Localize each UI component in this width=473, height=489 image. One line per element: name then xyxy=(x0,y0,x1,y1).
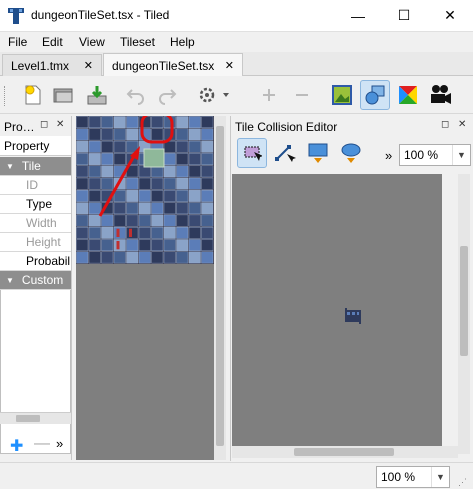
status-zoom-select[interactable]: 100 % ▼ xyxy=(376,466,450,488)
property-label: Tile xyxy=(21,159,41,173)
menu-edit[interactable]: Edit xyxy=(42,35,63,49)
remove-property-icon[interactable]: — xyxy=(34,435,50,453)
toolbar-grip[interactable] xyxy=(4,86,7,106)
property-label: ID xyxy=(26,178,38,192)
property-row-id[interactable]: ID xyxy=(0,176,71,195)
minimize-button[interactable]: — xyxy=(335,0,381,31)
status-bar: 100 % ▼ ⋰ xyxy=(0,462,473,489)
tileset-vertical-scrollbar[interactable] xyxy=(214,116,226,460)
zoom-value: 100 % xyxy=(381,470,416,484)
property-label: Width xyxy=(26,216,57,230)
add-property-icon[interactable]: ✚ xyxy=(10,436,23,456)
insert-ellipse-tool[interactable] xyxy=(336,138,366,168)
close-tab-icon[interactable]: ✕ xyxy=(225,59,234,72)
menu-tileset[interactable]: Tileset xyxy=(120,35,155,49)
tab-level1[interactable]: Level1.tmx ✕ xyxy=(2,54,102,76)
expand-arrow-icon[interactable]: ▼ xyxy=(6,162,14,171)
resize-grip-icon[interactable]: ⋰ xyxy=(458,477,467,488)
float-panel-icon[interactable]: ◻ xyxy=(441,119,449,130)
terrain-icon[interactable] xyxy=(393,80,423,110)
properties-panel-title: Pro… xyxy=(4,120,35,134)
menu-help[interactable]: Help xyxy=(170,35,195,49)
undo-icon[interactable] xyxy=(121,80,151,110)
remove-icon[interactable] xyxy=(287,80,317,110)
close-panel-icon[interactable]: ✕ xyxy=(458,119,466,130)
close-window-button[interactable]: ✕ xyxy=(427,0,473,31)
tab-label: dungeonTileSet.tsx xyxy=(112,58,215,73)
property-label: Custom xyxy=(21,273,64,287)
more-actions-icon[interactable]: » xyxy=(56,436,63,451)
properties-panel: Pro… ◻ ✕ Property ✚ — » ▼ Tile ID Type Width… xyxy=(0,116,72,460)
camera-icon[interactable] xyxy=(426,80,456,110)
collision-shapes-icon[interactable] xyxy=(360,80,390,110)
menu-file[interactable]: File xyxy=(8,35,27,49)
property-column-header[interactable]: Property xyxy=(0,136,71,156)
property-row-type[interactable]: Type xyxy=(0,195,71,214)
title-bar: dungeonTileSet.tsx - Tiled — ☐ ✕ xyxy=(0,0,473,32)
horizontal-scrollbar[interactable] xyxy=(0,412,71,424)
collision-zoom-select[interactable]: 100 % ▼ xyxy=(399,144,471,166)
edit-polygons-tool[interactable] xyxy=(270,138,300,168)
scrollbar-thumb[interactable] xyxy=(294,448,394,456)
float-panel-icon[interactable]: ◻ xyxy=(40,119,48,130)
menu-view[interactable]: View xyxy=(79,35,105,49)
tileset-image-icon[interactable] xyxy=(327,80,357,110)
scrollbar-thumb[interactable] xyxy=(16,415,40,422)
window-title: dungeonTileSet.tsx - Tiled xyxy=(31,8,170,22)
save-icon[interactable] xyxy=(82,80,112,110)
collision-editor-title: Tile Collision Editor xyxy=(235,120,338,134)
maximize-button[interactable]: ☐ xyxy=(381,0,427,31)
property-label: Type xyxy=(26,197,53,211)
property-row-height[interactable]: Height xyxy=(0,233,71,252)
open-folder-icon[interactable] xyxy=(48,80,78,110)
collision-vertical-scrollbar[interactable] xyxy=(458,174,470,454)
main-toolbar xyxy=(0,76,473,114)
expand-arrow-icon[interactable]: ▼ xyxy=(6,276,14,285)
collision-horizontal-scrollbar[interactable] xyxy=(232,446,458,458)
tileset-image[interactable] xyxy=(76,116,214,264)
add-icon[interactable] xyxy=(254,80,284,110)
chevron-down-icon[interactable]: ▼ xyxy=(431,467,449,487)
document-tab-bar: Level1.tmx ✕ dungeonTileSet.tsx ✕ xyxy=(0,52,473,77)
more-tools-icon[interactable]: » xyxy=(385,148,392,163)
tiled-app-icon xyxy=(8,8,24,24)
zoom-value: 100 % xyxy=(404,148,439,162)
property-row-custom[interactable]: ▼ Custom xyxy=(0,271,71,290)
insert-rectangle-tool[interactable] xyxy=(303,138,333,168)
menu-bar: File Edit View Tileset Help xyxy=(0,32,473,52)
property-row-probabil[interactable]: Probabil xyxy=(0,252,71,271)
selected-tile-preview xyxy=(345,308,361,324)
scrollbar-thumb[interactable] xyxy=(460,246,468,356)
scrollbar-thumb[interactable] xyxy=(216,126,224,446)
property-row-width[interactable]: Width xyxy=(0,214,71,233)
close-panel-icon[interactable]: ✕ xyxy=(56,119,64,130)
property-row-tile[interactable]: ▼ Tile xyxy=(0,157,71,176)
close-tab-icon[interactable]: ✕ xyxy=(84,59,93,72)
redo-icon[interactable] xyxy=(152,80,182,110)
select-objects-tool[interactable] xyxy=(237,138,267,168)
property-label: Height xyxy=(26,235,61,249)
tab-dungeon-tileset[interactable]: dungeonTileSet.tsx ✕ xyxy=(103,53,243,77)
tab-label: Level1.tmx xyxy=(11,58,70,73)
settings-icon[interactable] xyxy=(194,80,234,110)
chevron-down-icon[interactable]: ▼ xyxy=(452,145,470,165)
collision-canvas[interactable] xyxy=(232,174,442,454)
property-label: Probabil xyxy=(26,254,71,268)
new-file-icon[interactable] xyxy=(18,80,48,110)
